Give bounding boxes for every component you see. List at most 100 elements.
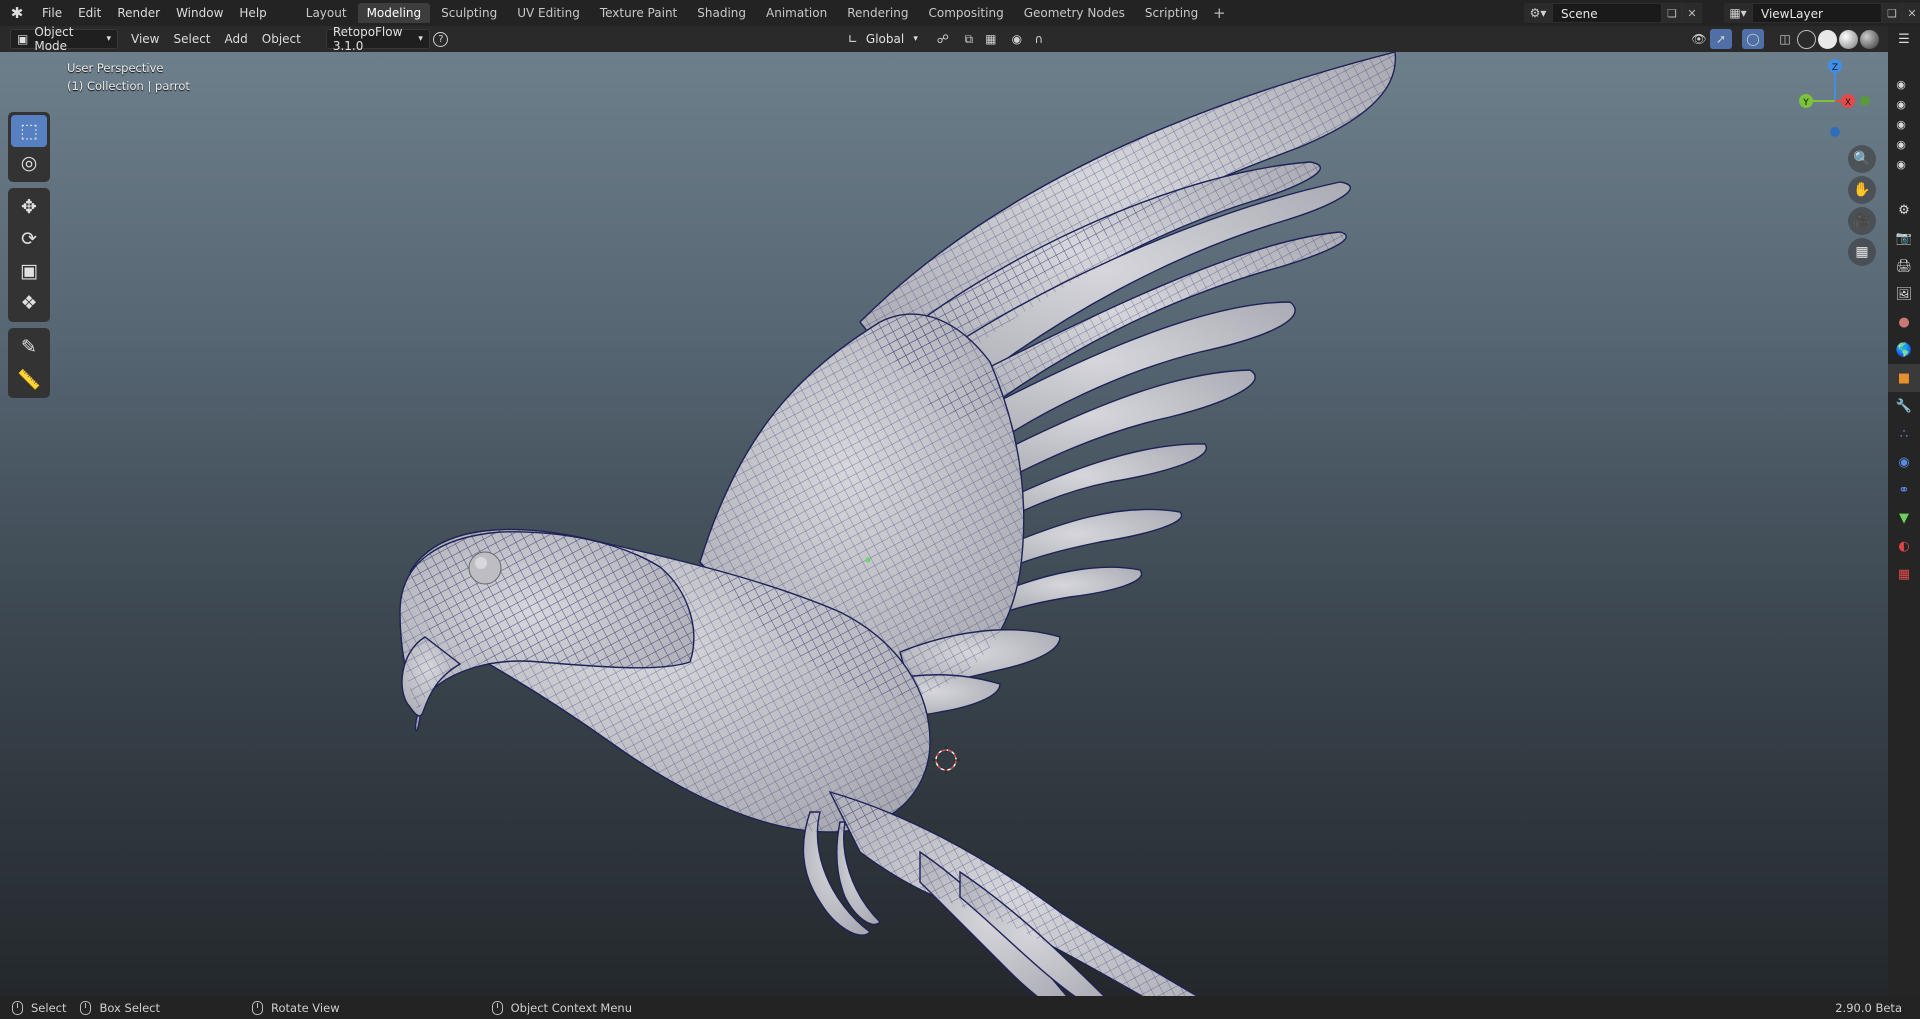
mode-label: Object Mode: [34, 25, 74, 53]
mode-dropdown[interactable]: ▣ Object Mode ▾: [10, 25, 118, 53]
menu-add[interactable]: Add: [218, 29, 255, 49]
physics-properties-icon[interactable]: ◉: [1888, 448, 1920, 476]
annotate-tool-icon[interactable]: ✎: [11, 331, 47, 363]
world-properties-icon[interactable]: 🌎: [1888, 336, 1920, 364]
tab-texture-paint[interactable]: Texture Paint: [591, 3, 686, 23]
pan-hand-icon[interactable]: ✋: [1848, 176, 1876, 204]
new-view-layer-icon[interactable]: ❏: [1882, 3, 1902, 23]
delete-view-layer-icon[interactable]: ✕: [1902, 3, 1920, 23]
menu-file[interactable]: File: [34, 0, 70, 26]
parrot-eye: [468, 551, 502, 585]
scene-properties-icon[interactable]: ●: [1888, 308, 1920, 336]
tab-compositing[interactable]: Compositing: [919, 3, 1012, 23]
perspective-toggle-icon[interactable]: ▦: [1848, 238, 1876, 266]
add-workspace-button[interactable]: +: [1209, 4, 1229, 22]
solid-shading-icon[interactable]: [1818, 29, 1837, 49]
camera-icon[interactable]: ◉: [1890, 114, 1912, 134]
cursor-tool-icon[interactable]: ◎: [11, 147, 47, 179]
svg-text:Z: Z: [1832, 63, 1838, 73]
camera-icon[interactable]: ◉: [1890, 134, 1912, 154]
gizmo-toggle-icon[interactable]: ➚: [1710, 29, 1732, 49]
status-context-menu: Object Context Menu: [491, 1000, 632, 1015]
transform-tool-icon[interactable]: ❖: [11, 287, 47, 319]
retopoflow-dropdown[interactable]: RetopoFlow 3.1.0 ▾: [325, 25, 430, 53]
viewport-header: ▣ Object Mode ▾ View Select Add Object R…: [0, 25, 1920, 53]
xray-icon[interactable]: ◫: [1774, 29, 1796, 49]
rotate-tool-icon[interactable]: ⟳: [11, 223, 47, 255]
snap-target-icon[interactable]: ▦: [980, 29, 1002, 49]
svg-text:X: X: [1845, 98, 1851, 108]
tab-rendering[interactable]: Rendering: [838, 3, 917, 23]
menu-render[interactable]: Render: [109, 0, 168, 26]
help-icon[interactable]: ?: [430, 29, 452, 49]
tab-layout[interactable]: Layout: [297, 3, 356, 23]
tab-shading[interactable]: Shading: [688, 3, 755, 23]
pivot-icon[interactable]: ☍: [932, 29, 954, 49]
menu-window[interactable]: Window: [168, 0, 231, 26]
tab-animation[interactable]: Animation: [757, 3, 836, 23]
material-properties-icon[interactable]: ◐: [1888, 532, 1920, 560]
chevron-down-icon: ▾: [913, 34, 918, 44]
object-properties-icon[interactable]: ■: [1888, 364, 1920, 392]
constraint-properties-icon[interactable]: ⚭: [1888, 476, 1920, 504]
mouse-right-icon: [491, 1000, 503, 1015]
tool-settings-icon[interactable]: ⚙: [1888, 196, 1920, 224]
zoom-icon[interactable]: 🔍: [1848, 145, 1876, 173]
snap-icon[interactable]: ⧉: [958, 29, 980, 49]
camera-icon[interactable]: ◉: [1890, 154, 1912, 174]
particle-properties-icon[interactable]: ∴: [1888, 420, 1920, 448]
output-properties-icon[interactable]: 🖨: [1888, 252, 1920, 280]
tab-modeling[interactable]: Modeling: [357, 3, 431, 23]
version-label: 2.90.0 Beta: [1835, 1000, 1902, 1015]
select-box-icon[interactable]: ⬚: [11, 115, 47, 147]
camera-icon[interactable]: ◉: [1890, 74, 1912, 94]
3d-cursor-icon: [932, 746, 960, 774]
camera-icon[interactable]: ◉: [1890, 94, 1912, 114]
tab-scripting[interactable]: Scripting: [1136, 3, 1207, 23]
wireframe-shading-icon[interactable]: [1797, 29, 1816, 49]
menu-help[interactable]: Help: [231, 0, 274, 26]
overlay-toggle-icon[interactable]: ◯: [1742, 29, 1764, 49]
tab-geometry-nodes[interactable]: Geometry Nodes: [1015, 3, 1134, 23]
visibility-icon[interactable]: 👁: [1688, 29, 1710, 49]
transform-orientation-dropdown[interactable]: ∟ Global ▾: [842, 29, 924, 49]
menu-object[interactable]: Object: [255, 29, 308, 49]
properties-menu-icon[interactable]: ☰: [1888, 26, 1920, 52]
move-tool-icon[interactable]: ✥: [11, 191, 47, 223]
blender-logo-icon[interactable]: ✱: [0, 0, 34, 26]
status-select: Select: [12, 1000, 66, 1015]
data-properties-icon[interactable]: ▼: [1888, 504, 1920, 532]
parrot-mesh[interactable]: [0, 52, 1888, 996]
scene-name-field[interactable]: Scene: [1552, 3, 1662, 23]
falloff-icon[interactable]: ∩: [1028, 29, 1050, 49]
rendered-shading-icon[interactable]: [1860, 29, 1879, 49]
camera-view-icon[interactable]: 🎥: [1848, 207, 1876, 235]
chevron-down-icon: ▾: [106, 34, 111, 44]
material-shading-icon[interactable]: [1839, 29, 1858, 49]
measure-tool-icon[interactable]: 📏: [11, 363, 47, 395]
3d-viewport[interactable]: User Perspective (1) Collection | parrot: [0, 52, 1888, 996]
mouse-middle-icon: [252, 1000, 263, 1015]
tab-sculpting[interactable]: Sculpting: [432, 3, 506, 23]
menu-select[interactable]: Select: [166, 29, 217, 49]
tab-uv-editing[interactable]: UV Editing: [508, 3, 589, 23]
navigation-gizmo[interactable]: Z Y X: [1790, 56, 1880, 146]
properties-strip: ☰ ◉ ◉ ◉ ◉ ◉ ⚙ 📷 🖨 🖼 ● 🌎 ■ 🔧 ∴ ◉ ⚭ ▼ ◐ ▦: [1888, 26, 1920, 996]
new-scene-icon[interactable]: ❏: [1662, 3, 1682, 23]
view-layer-properties-icon[interactable]: 🖼: [1888, 280, 1920, 308]
delete-scene-icon[interactable]: ✕: [1682, 3, 1702, 23]
view-layer-selector: ▦▾ ViewLayer ❏ ✕: [1724, 3, 1920, 23]
scene-icon[interactable]: ⚙▾: [1524, 3, 1552, 23]
proportional-edit-icon[interactable]: ◉: [1006, 29, 1028, 49]
view-layer-field[interactable]: ViewLayer: [1752, 3, 1882, 23]
view-layer-icon[interactable]: ▦▾: [1724, 3, 1752, 23]
menu-view[interactable]: View: [124, 29, 166, 49]
status-box-select: Box Select: [80, 1000, 160, 1015]
menu-edit[interactable]: Edit: [70, 0, 109, 26]
modifier-properties-icon[interactable]: 🔧: [1888, 392, 1920, 420]
selection-tools: ⬚ ◎: [8, 112, 50, 182]
orientation-icon: ∟: [847, 32, 858, 46]
texture-properties-icon[interactable]: ▦: [1888, 560, 1920, 588]
render-properties-icon[interactable]: 📷: [1888, 224, 1920, 252]
scale-tool-icon[interactable]: ▣: [11, 255, 47, 287]
